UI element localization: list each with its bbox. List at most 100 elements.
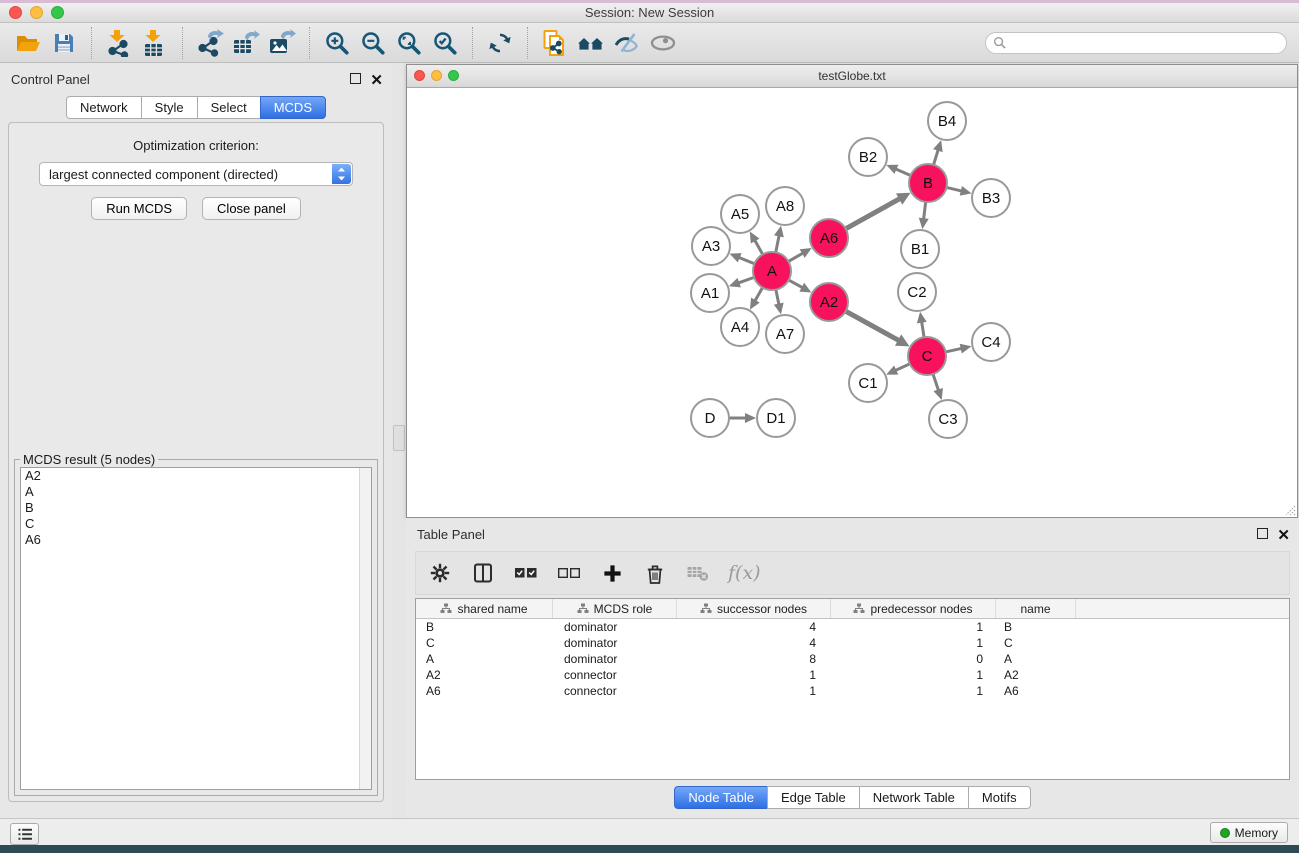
resize-grip-icon[interactable]	[1282, 502, 1296, 516]
mcds-result-item[interactable]: C	[21, 516, 371, 532]
table-cell: 1	[831, 668, 996, 682]
search-input[interactable]	[1006, 35, 1286, 51]
mcds-result-list[interactable]: A2ABCA6	[20, 467, 372, 790]
graph-edge-A-A6[interactable]	[788, 253, 803, 262]
save-session-button[interactable]	[46, 26, 82, 60]
close-panel-button[interactable]: ✕	[370, 75, 383, 86]
show-columns-button[interactable]	[470, 560, 496, 586]
export-table-button[interactable]	[228, 26, 264, 60]
mcds-result-item[interactable]: A6	[21, 532, 371, 548]
shared-column-icon	[440, 603, 452, 614]
table-tab-motifs[interactable]: Motifs	[968, 786, 1031, 809]
table-row[interactable]: Cdominator41C	[416, 635, 1289, 651]
mcds-result-item[interactable]: A2	[21, 468, 371, 484]
table-cell: 1	[831, 684, 996, 698]
table-row[interactable]: Adominator80A	[416, 651, 1289, 667]
memory-button[interactable]: Memory	[1210, 822, 1288, 843]
network-canvas[interactable]: AA1A2A3A4A5A6A7A8BB1B2B3B4CC1C2C3C4DD1	[407, 88, 1297, 517]
control-tab-style[interactable]: Style	[141, 96, 198, 119]
shared-column-icon	[853, 603, 865, 614]
graph-edge-A-A1[interactable]	[737, 277, 754, 283]
table-row[interactable]: Bdominator41B	[416, 619, 1289, 635]
two-houses-icon	[576, 31, 606, 55]
graph-edge-C-C3[interactable]	[933, 374, 939, 391]
unselect-all-columns-button[interactable]	[556, 560, 582, 586]
plus-icon	[602, 563, 623, 584]
table-row[interactable]: A6connector11A6	[416, 683, 1289, 699]
graph-edge-B-B1[interactable]	[923, 202, 925, 220]
mcds-result-item[interactable]: A	[21, 484, 371, 500]
graph-edge-A-A8[interactable]	[776, 234, 780, 252]
graph-edge-A-A4[interactable]	[754, 287, 762, 301]
save-floppy-icon	[52, 31, 76, 55]
graph-edge-C-C2[interactable]	[921, 321, 924, 338]
table-tab-node-table[interactable]: Node Table	[674, 786, 768, 809]
open-session-button[interactable]	[10, 26, 46, 60]
float-panel-button[interactable]	[350, 71, 361, 89]
zoom-in-button[interactable]	[319, 26, 355, 60]
import-table-button[interactable]	[137, 26, 173, 60]
table-cell: 0	[831, 652, 996, 666]
control-panel-title: Control Panel	[11, 72, 90, 87]
graph-edge-B-B2[interactable]	[895, 169, 911, 176]
run-mcds-button[interactable]: Run MCDS	[91, 197, 187, 220]
graph-edge-A-A2[interactable]	[789, 280, 804, 288]
table-tab-edge-table[interactable]: Edge Table	[767, 786, 860, 809]
table-body: Bdominator41BCdominator41CAdominator80AA…	[416, 619, 1289, 699]
graph-edge-arrowhead	[933, 140, 943, 152]
refresh-icon	[487, 30, 513, 56]
function-builder-button[interactable]: f(x)	[728, 560, 761, 586]
new-network-button[interactable]	[537, 26, 573, 60]
table-tab-network-table[interactable]: Network Table	[859, 786, 969, 809]
split-divider-handle[interactable]	[393, 425, 405, 451]
result-list-scrollbar[interactable]	[359, 468, 371, 789]
graph-edge-C-C4[interactable]	[946, 348, 963, 352]
mcds-result-item[interactable]: B	[21, 500, 371, 516]
criterion-dropdown[interactable]: largest connected component (directed)	[39, 162, 353, 186]
control-tab-mcds[interactable]: MCDS	[260, 96, 326, 119]
table-row[interactable]: A2connector11A2	[416, 667, 1289, 683]
graph-edge-B-B3[interactable]	[946, 187, 962, 191]
export-image-button[interactable]	[264, 26, 300, 60]
graph-edge-A-A7[interactable]	[776, 290, 779, 306]
graph-edge-A2-C[interactable]	[846, 311, 900, 341]
select-all-icon	[514, 565, 538, 581]
column-header-predecessor-nodes[interactable]: predecessor nodes	[831, 599, 996, 618]
zoom-fit-button[interactable]	[391, 26, 427, 60]
graph-node-label: A4	[731, 319, 749, 336]
delete-table-button[interactable]	[685, 560, 711, 586]
task-history-button[interactable]	[10, 823, 39, 845]
column-header-successor-nodes[interactable]: successor nodes	[677, 599, 831, 618]
control-tab-network[interactable]: Network	[66, 96, 142, 119]
zoom-selected-button[interactable]	[427, 26, 463, 60]
graph-edge-A-A3[interactable]	[738, 257, 755, 264]
show-all-button[interactable]	[645, 26, 681, 60]
control-tab-select[interactable]: Select	[197, 96, 261, 119]
column-header-label: successor nodes	[717, 602, 807, 616]
column-header-MCDS-role[interactable]: MCDS role	[553, 599, 677, 618]
select-all-columns-button[interactable]	[513, 560, 539, 586]
close-table-panel-button[interactable]: ✕	[1277, 530, 1290, 541]
table-mode-button[interactable]	[427, 560, 453, 586]
close-panel-button-secondary[interactable]: Close panel	[202, 197, 301, 220]
graph-edge-A6-B[interactable]	[846, 198, 901, 229]
search-field[interactable]	[985, 32, 1287, 54]
graph-edge-C-C1[interactable]	[894, 364, 909, 371]
zoom-out-button[interactable]	[355, 26, 391, 60]
column-header-shared-name[interactable]: shared name	[416, 599, 553, 618]
float-table-panel-button[interactable]	[1257, 526, 1268, 544]
first-neighbors-button[interactable]	[573, 26, 609, 60]
export-network-button[interactable]	[192, 26, 228, 60]
delete-columns-button[interactable]	[642, 560, 668, 586]
network-window-titlebar[interactable]: testGlobe.txt	[407, 65, 1297, 88]
table-cell: dominator	[553, 636, 677, 650]
graph-edge-A-A5[interactable]	[754, 239, 763, 254]
refresh-view-button[interactable]	[482, 26, 518, 60]
graph-edge-B-B4[interactable]	[934, 149, 939, 165]
column-header-name[interactable]: name	[996, 599, 1076, 618]
import-network-button[interactable]	[101, 26, 137, 60]
create-column-button[interactable]	[599, 560, 625, 586]
mcds-result-title: MCDS result (5 nodes)	[20, 452, 158, 467]
graph-node-label: B	[923, 175, 933, 192]
hide-selected-button[interactable]	[609, 26, 645, 60]
